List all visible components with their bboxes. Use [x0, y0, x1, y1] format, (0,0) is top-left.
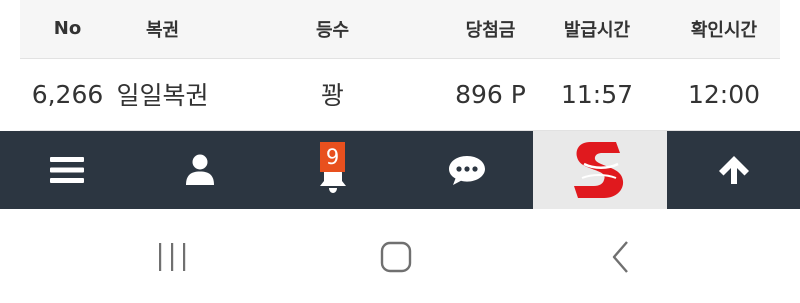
recent-apps-button[interactable]	[142, 235, 202, 279]
header-lottery: 복권	[115, 0, 210, 59]
header-issued-time: 발급시간	[526, 0, 668, 59]
table-header: No 복권 등수 당첨금 발급시간 확인시간	[20, 0, 780, 59]
header-checked-time: 확인시간	[668, 0, 780, 59]
logo-button[interactable]	[533, 131, 667, 209]
menu-button[interactable]	[0, 131, 133, 209]
user-icon	[185, 154, 214, 185]
screen: No 복권 등수 당첨금 발급시간 확인시간 6,266 일일복권 꽝 896 …	[0, 0, 800, 303]
table-body: 6,266 일일복권 꽝 896 P 11:57 12:00	[20, 58, 780, 131]
scroll-top-button[interactable]	[667, 131, 800, 209]
cell-issued-time: 11:57	[526, 58, 668, 131]
user-button[interactable]	[133, 131, 266, 209]
cell-rank: 꽝	[210, 58, 455, 131]
cell-no: 6,266	[20, 58, 115, 131]
menu-icon	[49, 157, 84, 183]
bottom-nav-bar	[0, 131, 800, 209]
history-table-container: No 복권 등수 당첨금 발급시간 확인시간 6,266 일일복권 꽝 896 …	[20, 0, 780, 131]
back-icon	[612, 241, 628, 273]
system-navigation-bar	[0, 209, 800, 303]
back-button[interactable]	[591, 235, 651, 279]
logo-s-icon	[574, 142, 624, 198]
header-row: No 복권 등수 당첨금 발급시간 확인시간	[20, 0, 780, 59]
home-button[interactable]	[366, 235, 426, 279]
table-row: 6,266 일일복권 꽝 896 P 11:57 12:00	[20, 58, 780, 131]
home-icon	[380, 241, 412, 273]
arrow-up-icon	[718, 156, 749, 184]
cell-checked-time: 12:00	[668, 58, 780, 131]
recent-apps-icon	[159, 243, 186, 271]
header-rank: 등수	[210, 0, 455, 59]
cell-lottery: 일일복권	[115, 58, 210, 131]
header-no: No	[20, 0, 115, 59]
cell-prize: 896 P	[455, 58, 526, 131]
history-table: No 복권 등수 당첨금 발급시간 확인시간 6,266 일일복권 꽝 896 …	[20, 0, 780, 131]
notification-count-badge: 9	[320, 142, 345, 172]
header-prize: 당첨금	[455, 0, 526, 59]
chat-button[interactable]	[400, 131, 533, 209]
chat-icon	[448, 156, 485, 185]
